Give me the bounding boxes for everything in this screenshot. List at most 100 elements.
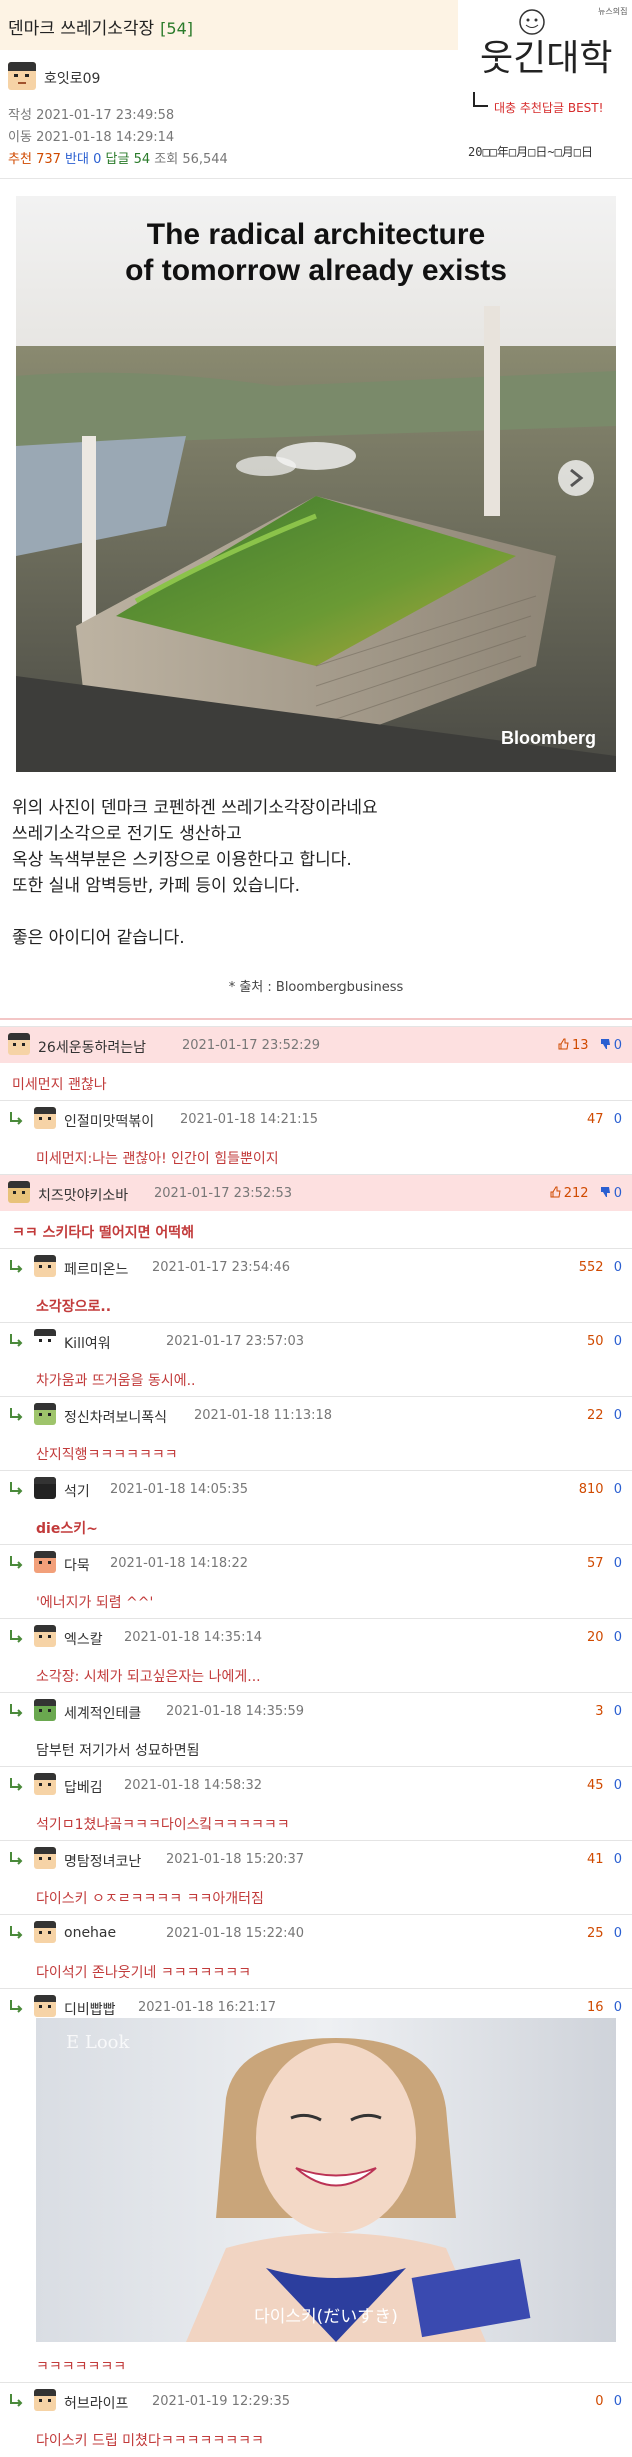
comment-score: 212 0 <box>549 1186 622 1201</box>
comment-score: 25 0 <box>587 1926 622 1941</box>
site-logo[interactable]: 웃긴대학 뉴스의집 대충 추천답글 BEST! 20□□年□月□日~□月□日 <box>460 0 632 178</box>
commenter-avatar[interactable] <box>34 1477 56 1499</box>
comment-gif: E Look 다이스키(だいすき) <box>36 2018 616 2342</box>
upvote-count: 13 <box>572 1038 589 1053</box>
downvote-count: 0 <box>613 2000 622 2015</box>
comment-text: 석기ㅁ1쳤냐곸ㅋㅋㅋ다이스킼ㅋㅋㅋㅋㅋㅋ <box>36 1817 290 1833</box>
comment-header: 다묵 2021-01-18 14:18:22 57 0 <box>0 1544 632 1581</box>
rec-count: 737 <box>36 152 61 167</box>
gif-watermark: E Look <box>66 2032 130 2053</box>
commenter-nick[interactable]: 석기 <box>64 1481 90 1501</box>
comment-time: 2021-01-18 11:13:18 <box>194 1408 333 1423</box>
photo-headline-1: The radical architecture <box>147 218 485 251</box>
commenter-avatar[interactable] <box>34 2389 56 2411</box>
opp-count: 0 <box>93 152 102 167</box>
comment-score: 13 0 <box>557 1038 622 1053</box>
upvote-count: 50 <box>587 1334 604 1349</box>
comment-score: 50 0 <box>587 1334 622 1349</box>
comment-count[interactable]: [54] <box>160 19 193 38</box>
thumb-up-icon[interactable] <box>557 1038 569 1050</box>
reply-arrow-icon <box>8 1480 24 1496</box>
upvote-count: 212 <box>563 1186 589 1201</box>
commenter-avatar[interactable] <box>34 1847 56 1869</box>
commenter-avatar[interactable] <box>34 1255 56 1277</box>
reply-arrow-icon <box>8 1406 24 1422</box>
comment-header: 정신차려보니폭식 2021-01-18 11:13:18 22 0 <box>0 1396 632 1433</box>
source-note: * 출처 : Bloombergbusiness <box>228 980 404 995</box>
logo-tagline: 대충 추천답글 BEST! <box>494 100 603 115</box>
comment-header: 석기 2021-01-18 14:05:35 810 0 <box>0 1470 632 1507</box>
commenter-nick[interactable]: 인절미맛떡볶이 <box>64 1111 154 1131</box>
commenter-avatar[interactable] <box>34 1107 56 1129</box>
comment-text: '에너지가 되렴 ^^' <box>36 1595 154 1611</box>
comment-text: 차가움과 뜨거움을 동시에.. <box>36 1373 196 1389</box>
downvote-count: 0 <box>613 1408 622 1423</box>
commenter-nick[interactable]: 디비빱빱 <box>64 1999 116 2019</box>
commenter-avatar[interactable] <box>34 1551 56 1573</box>
commenter-nick[interactable]: 허브라이프 <box>64 2393 128 2413</box>
commenter-avatar[interactable] <box>34 1403 56 1425</box>
downvote-count: 0 <box>613 2394 622 2409</box>
commenter-nick[interactable]: 세계적인테클 <box>64 1703 141 1723</box>
downvote-count: 0 <box>613 1630 622 1645</box>
comment-time: 2021-01-18 16:21:17 <box>138 2000 277 2015</box>
commenter-nick[interactable]: 다묵 <box>64 1555 90 1575</box>
comment-text: ㅋㅋ 스키타다 떨어지면 어떡해 <box>12 1225 195 1241</box>
upvote-count: 41 <box>587 1852 604 1867</box>
body-line-2: 쓰레기소각으로 전기도 생산하고 <box>12 824 242 844</box>
commenter-avatar[interactable] <box>34 1329 56 1351</box>
upvote-count: 3 <box>595 1704 604 1719</box>
upvote-count: 20 <box>587 1630 604 1645</box>
upvote-count: 57 <box>587 1556 604 1571</box>
commenter-nick[interactable]: 26세운동하려는남 <box>38 1037 146 1057</box>
commenter-nick[interactable]: 치즈맛야키소바 <box>38 1185 128 1205</box>
reply-arrow-icon <box>8 1998 24 2014</box>
downvote-count: 0 <box>613 1852 622 1867</box>
commenter-nick[interactable]: Kill여워 <box>64 1333 111 1353</box>
commenter-avatar[interactable] <box>34 1995 56 2017</box>
commenter-avatar[interactable] <box>34 1699 56 1721</box>
downvote-count: 0 <box>613 1038 622 1053</box>
commenter-nick[interactable]: onehae <box>64 1925 116 1941</box>
commenter-nick[interactable]: 명탐정녀코난 <box>64 1851 141 1871</box>
commenter-nick[interactable]: 답베김 <box>64 1777 103 1797</box>
downvote-count: 0 <box>613 1260 622 1275</box>
comment-text: 다이스키 드립 미쳤다ㅋㅋㅋㅋㅋㅋㅋㅋ <box>36 2433 264 2449</box>
commenter-nick[interactable]: 엑스칼 <box>64 1629 103 1649</box>
reply-arrow-icon <box>8 1850 24 1866</box>
downvote-count: 0 <box>613 1926 622 1941</box>
rec-label: 추천 <box>8 152 32 167</box>
commenter-avatar[interactable] <box>8 1033 30 1055</box>
comment-text: 산지직행ㅋㅋㅋㅋㅋㅋㅋ <box>36 1447 178 1463</box>
comment-time: 2021-01-17 23:57:03 <box>166 1334 305 1349</box>
body-line-5: 좋은 아이디어 같습니다. <box>12 928 185 948</box>
comment-text: 다이스키 ㅇㅈㄹㅋㅋㅋㅋ ㅋㅋ아개터짐 <box>36 1891 264 1907</box>
reply-arrow-icon <box>8 1554 24 1570</box>
commenter-nick[interactable]: 정신차려보니폭식 <box>64 1407 167 1427</box>
commenter-avatar[interactable] <box>34 1773 56 1795</box>
comment-time: 2021-01-18 14:35:59 <box>166 1704 305 1719</box>
thumb-down-icon[interactable] <box>599 1186 611 1198</box>
author-avatar[interactable] <box>8 62 36 90</box>
commenter-avatar[interactable] <box>8 1181 30 1203</box>
comment-time: 2021-01-17 23:54:46 <box>152 1260 291 1275</box>
commenter-avatar[interactable] <box>34 1921 56 1943</box>
comment-score: 3 0 <box>595 1704 622 1719</box>
commenter-avatar[interactable] <box>34 1625 56 1647</box>
moved-row: 이동 2021-01-18 14:29:14 <box>8 126 174 145</box>
comments-divider <box>0 1018 632 1020</box>
commenter-nick[interactable]: 페르미온느 <box>64 1259 128 1279</box>
moved-label: 이동 <box>8 130 32 145</box>
comment-time: 2021-01-18 14:18:22 <box>110 1556 249 1571</box>
comment-time: 2021-01-17 23:52:29 <box>182 1038 321 1053</box>
reply-label: 답글 <box>105 152 130 167</box>
upvote-count: 16 <box>587 2000 604 2015</box>
reply-arrow-icon <box>8 2392 24 2408</box>
next-arrow-icon[interactable] <box>558 460 594 496</box>
comment-header: 인절미맛떡볶이 2021-01-18 14:21:15 47 0 <box>0 1100 632 1137</box>
thumb-down-icon[interactable] <box>599 1038 611 1050</box>
author-name[interactable]: 호잇로09 <box>44 68 100 88</box>
upvote-count: 552 <box>578 1260 604 1275</box>
reply-arrow-icon <box>8 1258 24 1274</box>
thumb-up-icon[interactable] <box>549 1186 561 1198</box>
